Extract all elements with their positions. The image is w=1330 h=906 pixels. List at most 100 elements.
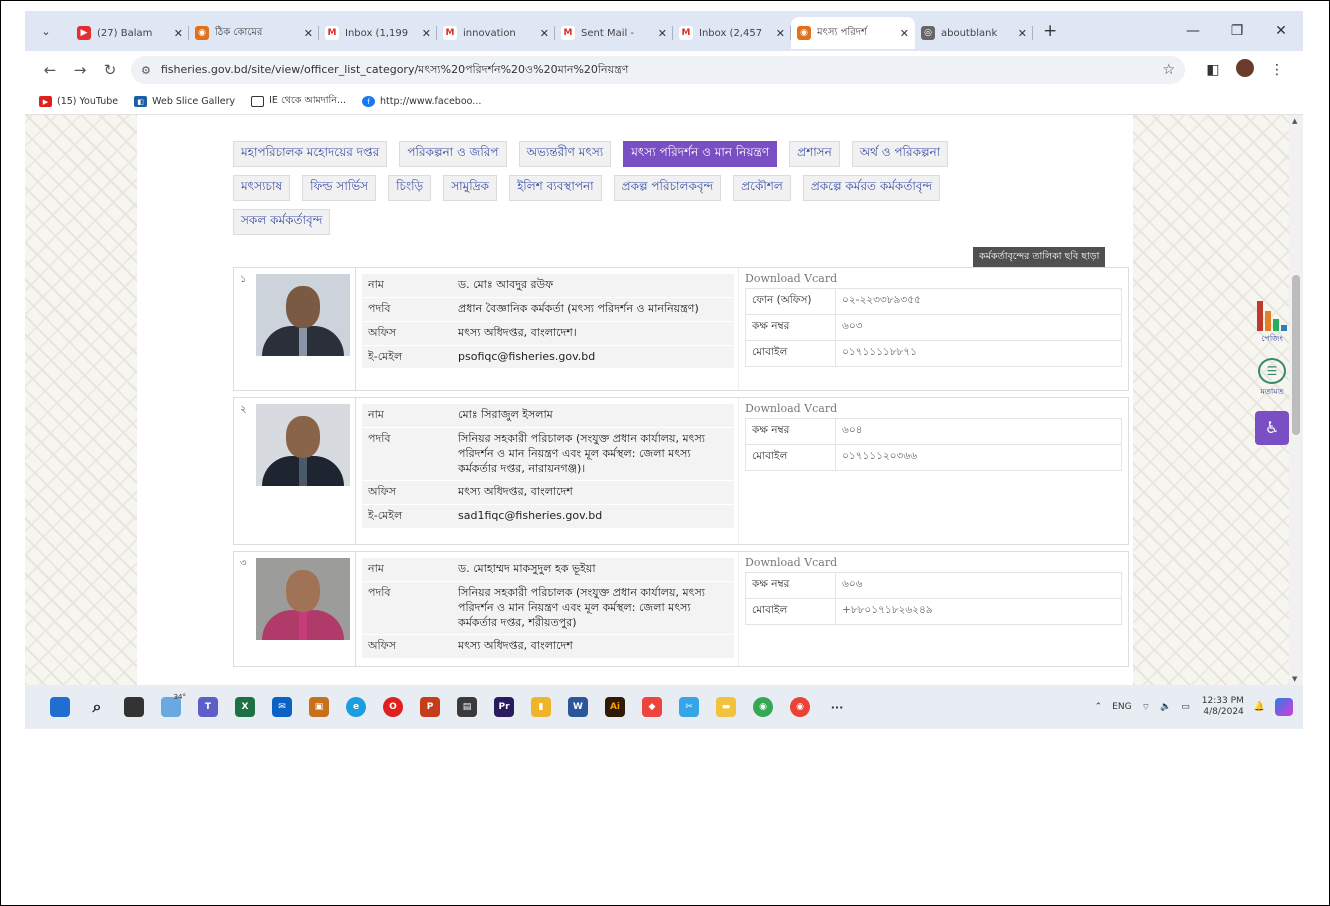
- powerpoint-icon[interactable]: P: [415, 692, 445, 722]
- category-menu-item[interactable]: প্রশাসন: [789, 141, 840, 167]
- category-menu-item[interactable]: সামুদ্রিক: [443, 175, 498, 201]
- tab-favicon-icon: M: [325, 26, 339, 40]
- close-window-icon[interactable]: ✕: [1259, 23, 1303, 39]
- tab-close-icon[interactable]: ✕: [304, 27, 313, 40]
- menu-kebab-icon[interactable]: ⋮: [1261, 62, 1293, 78]
- battery-icon[interactable]: ▭: [1181, 702, 1190, 712]
- category-menu-item[interactable]: অভ্যন্তরীণ মৎস্য: [518, 141, 612, 167]
- label-email: ই-মেইল: [362, 504, 452, 530]
- new-tab-plus-icon[interactable]: +: [1043, 21, 1057, 41]
- browser-tab[interactable]: M Inbox (1,199 ✕: [319, 17, 437, 49]
- edge-icon[interactable]: e: [341, 692, 371, 722]
- label-office: অফিস: [362, 634, 452, 660]
- browser-tab[interactable]: ▶ (27) Balam ✕: [71, 17, 189, 49]
- chrome-profile-icon[interactable]: ◉: [785, 692, 815, 722]
- browser-tab[interactable]: M Inbox (2,457 ✕: [673, 17, 791, 49]
- bookmark-label: IE থেকে আমদানি...: [269, 95, 346, 106]
- officer-name: মোঃ সিরাজুল ইসলাম: [452, 404, 734, 428]
- tab-close-icon[interactable]: ✕: [540, 27, 549, 40]
- officer-photo: [252, 398, 356, 544]
- browser-tab[interactable]: M Sent Mail - ✕: [555, 17, 673, 49]
- wifi-icon[interactable]: ⌔: [1142, 702, 1150, 713]
- restore-icon[interactable]: ❐: [1215, 23, 1259, 39]
- officer-email[interactable]: sad1fiqc@fisheries.gov.bd: [452, 504, 734, 530]
- scroll-thumb[interactable]: [1292, 275, 1300, 435]
- tab-close-icon[interactable]: ✕: [776, 27, 785, 40]
- tab-close-icon[interactable]: ✕: [1018, 27, 1027, 40]
- illustrator-icon[interactable]: Ai: [600, 692, 630, 722]
- category-menu-item[interactable]: পরিকল্পনা ও জরিপ: [399, 141, 507, 167]
- task-view-icon[interactable]: [119, 692, 149, 722]
- excel-icon[interactable]: X: [230, 692, 260, 722]
- info-row-designation: পদবি সিনিয়র সহকারী পরিচালক (সংযুক্ত প্রধ…: [362, 581, 734, 636]
- sticky-notes-icon[interactable]: ▤: [452, 692, 482, 722]
- tab-close-icon[interactable]: ✕: [658, 27, 667, 40]
- category-menu-item[interactable]: মহাপরিচালক মহোদয়ের দপ্তর: [233, 141, 388, 167]
- anydesk-icon[interactable]: ◆: [637, 692, 667, 722]
- bookmark-youtube[interactable]: ▶ (15) YouTube: [39, 96, 118, 107]
- browser-tab[interactable]: Minnovation ✕: [437, 17, 555, 49]
- mail-icon[interactable]: ✉: [267, 692, 297, 722]
- snipping-icon[interactable]: ✂: [674, 692, 704, 722]
- back-arrow-icon[interactable]: ←: [35, 61, 65, 79]
- label-name: নাম: [362, 404, 452, 428]
- more-apps-icon[interactable]: ···: [822, 692, 852, 722]
- officer-record: ১ নাম ড. মোঃ আবদুর রউফ পদবি প্রধান বৈজ্ঞান…: [233, 267, 1129, 391]
- category-menu-item[interactable]: মৎস্যচাষ: [233, 175, 291, 201]
- officer-email[interactable]: psofiqc@fisheries.gov.bd: [452, 345, 734, 370]
- page-scrollbar[interactable]: ▲ ▼: [1289, 115, 1303, 685]
- side-panel-icon[interactable]: ◧: [1197, 62, 1229, 78]
- category-menu-item[interactable]: চিংড়ি: [388, 175, 432, 201]
- search-icon[interactable]: ⌕: [82, 692, 112, 722]
- profile-avatar[interactable]: [1229, 59, 1261, 81]
- download-vcard-link[interactable]: Download Vcard: [745, 402, 1122, 415]
- tab-search-chevron-icon[interactable]: ⌄: [33, 18, 59, 44]
- start-windows-icon[interactable]: [45, 692, 75, 722]
- forward-arrow-icon[interactable]: →: [65, 61, 95, 79]
- scroll-up-icon[interactable]: ▲: [1292, 117, 1297, 125]
- tray-chevron-icon[interactable]: ⌃: [1095, 702, 1103, 712]
- word-icon[interactable]: W: [563, 692, 593, 722]
- opera-icon[interactable]: O: [378, 692, 408, 722]
- browser-tab[interactable]: ◉ ঠিক কোমের ✕: [189, 17, 319, 49]
- notification-bell-icon[interactable]: 🔔: [1254, 702, 1265, 712]
- bookmark-star-icon[interactable]: ☆: [1162, 62, 1175, 78]
- weather-icon[interactable]: 34°: [156, 692, 186, 722]
- bookmark-ie-folder[interactable]: IE থেকে আমদানি...: [251, 94, 346, 109]
- reload-icon[interactable]: ↻: [95, 61, 125, 79]
- category-menu-item[interactable]: প্রকৌশল: [733, 175, 791, 201]
- category-menu-item[interactable]: ফিল্ড সার্ভিস: [302, 175, 377, 201]
- download-vcard-link[interactable]: Download Vcard: [745, 556, 1122, 569]
- chrome-icon[interactable]: ◉: [748, 692, 778, 722]
- volume-icon[interactable]: 🔈: [1160, 702, 1171, 712]
- browser-tab[interactable]: ◎ aboutblank ✕: [915, 17, 1033, 49]
- category-menu-item[interactable]: অর্থ ও পরিকল্পনা: [851, 141, 949, 167]
- site-settings-icon[interactable]: ⚙: [141, 64, 151, 77]
- tab-close-icon[interactable]: ✕: [422, 27, 431, 40]
- bookmark-facebook[interactable]: f http://www.faceboo...: [362, 96, 481, 107]
- category-menu-item[interactable]: ইলিশ ব্যবস্থাপনা: [509, 175, 602, 201]
- bookmark-label: http://www.faceboo...: [380, 96, 482, 107]
- list-without-photo-link[interactable]: কর্মকর্তাবৃন্দের তালিকা ছবি ছাড়া: [973, 247, 1106, 268]
- download-vcard-link[interactable]: Download Vcard: [745, 272, 1122, 285]
- address-bar[interactable]: ⚙ fisheries.gov.bd/site/view/officer_lis…: [131, 56, 1185, 84]
- tab-title: innovation: [463, 27, 516, 39]
- tab-close-icon[interactable]: ✕: [174, 27, 183, 40]
- chart-app-icon[interactable]: ▮: [526, 692, 556, 722]
- scroll-down-icon[interactable]: ▼: [1292, 675, 1297, 683]
- photos-icon[interactable]: ▣: [304, 692, 334, 722]
- copilot-icon[interactable]: [1275, 698, 1293, 716]
- category-menu-item[interactable]: প্রকল্পে কর্মরত কর্মকর্তাবৃন্দ: [802, 175, 941, 201]
- teams-icon[interactable]: T: [193, 692, 223, 722]
- bookmark-web-slice[interactable]: ◧ Web Slice Gallery: [134, 96, 235, 107]
- file-explorer-icon[interactable]: ▬: [711, 692, 741, 722]
- clock[interactable]: 12:33 PM 4/8/2024: [1202, 696, 1244, 719]
- category-menu-item[interactable]: সকল কর্মকর্তাবৃন্দ: [233, 209, 331, 235]
- browser-tab[interactable]: ◉ মৎস্য পরিদর্শ ✕: [791, 17, 915, 49]
- tab-close-icon[interactable]: ✕: [900, 27, 909, 40]
- category-menu-item[interactable]: প্রকল্প পরিচালকবৃন্দ: [613, 175, 722, 201]
- category-menu-item[interactable]: মৎস্য পরিদর্শন ও মান নিয়ন্ত্রণ: [623, 141, 778, 167]
- premiere-icon[interactable]: Pr: [489, 692, 519, 722]
- language-indicator[interactable]: ENG: [1112, 702, 1131, 712]
- minimize-icon[interactable]: —: [1171, 23, 1215, 39]
